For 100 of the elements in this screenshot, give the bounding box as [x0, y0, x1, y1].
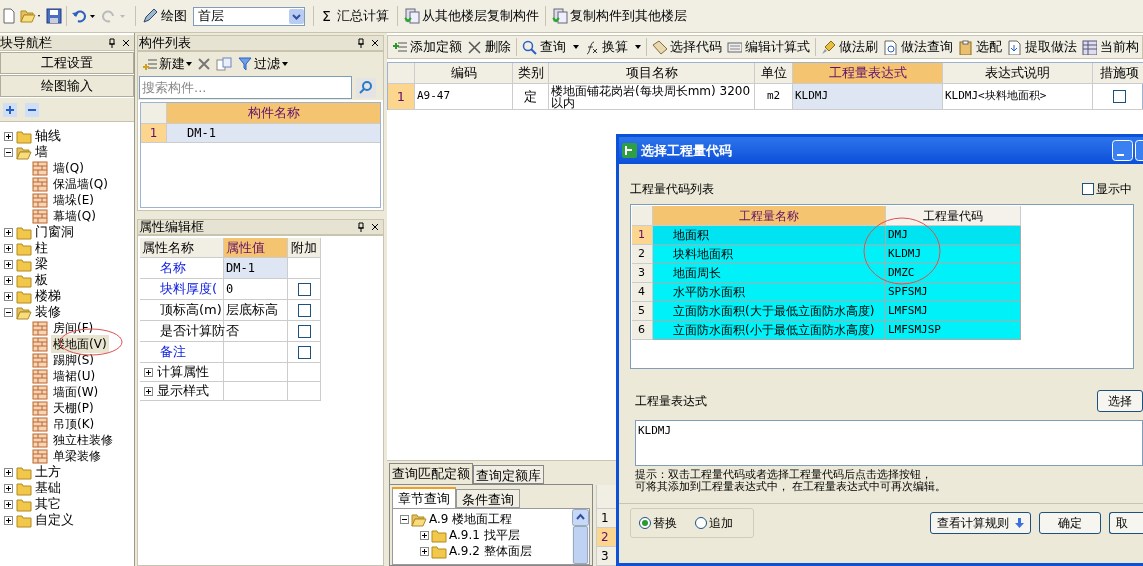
table-cell[interactable]: KLDMJ<块料地面积>	[943, 84, 1093, 110]
toolbar-button[interactable]: 编辑计算式	[727, 37, 810, 57]
select-button[interactable]: 选择	[1097, 390, 1143, 412]
summary-button[interactable]: Σ 汇总计算	[318, 5, 393, 27]
filter-button[interactable]: 过滤	[238, 53, 288, 74]
tree-item[interactable]: 墙(Q)	[51, 159, 86, 177]
pin-icon[interactable]	[357, 38, 365, 48]
scrollbar[interactable]	[572, 509, 589, 564]
expand-icon[interactable]	[4, 259, 13, 269]
property-value[interactable]: 否	[226, 321, 239, 341]
tree-item[interactable]: 吊顶(K)	[51, 415, 97, 433]
checkbox[interactable]	[1113, 90, 1126, 103]
collapse-icon[interactable]	[4, 147, 13, 157]
tree-item[interactable]: 幕墙(Q)	[51, 207, 98, 225]
save-icon[interactable]	[46, 8, 62, 24]
toolbar-button[interactable]: 添加定额	[392, 37, 462, 57]
expand-icon[interactable]	[420, 530, 429, 540]
table-cell[interactable]: 块料地面积	[653, 245, 886, 264]
toolbar-button[interactable]: 做法刷	[821, 37, 878, 57]
radio-option[interactable]: 追加	[695, 514, 733, 532]
tree-item[interactable]: 保温墙(Q)	[51, 175, 110, 193]
tree-item[interactable]: 墙面(W)	[51, 383, 101, 401]
collapse-icon[interactable]	[4, 307, 13, 317]
toolbar-button[interactable]: 提取做法	[1007, 37, 1077, 57]
table-cell[interactable]: 立面防水面积(小于最低立面防水高度)	[653, 321, 886, 340]
minimize-icon[interactable]	[1112, 140, 1133, 161]
table-cell[interactable]: 立面防水面积(大于最低立面防水高度)	[653, 302, 886, 321]
expand-icon[interactable]	[144, 367, 153, 377]
toolbar-button[interactable]: 当前构	[1082, 37, 1139, 57]
close-icon[interactable]	[371, 39, 379, 47]
expand-icon[interactable]	[4, 291, 13, 301]
new-button[interactable]: 新建	[142, 53, 192, 74]
collapse-icon[interactable]	[400, 514, 409, 524]
expand-icon[interactable]	[144, 386, 153, 396]
tree-item[interactable]: 独立柱装修	[51, 431, 115, 449]
table-cell[interactable]: LMFSMJSP	[886, 321, 1021, 340]
scroll-up-icon[interactable]	[572, 509, 589, 526]
tree-item[interactable]: 楼地面(V)	[51, 335, 109, 353]
tree-item[interactable]: A.9.2 整体面层	[449, 542, 532, 560]
view-rules-button[interactable]: 查看计算规则	[930, 512, 1031, 534]
expand-icon[interactable]	[4, 243, 13, 253]
expand-icon[interactable]	[4, 467, 13, 477]
toolbar-button[interactable]: 删除	[467, 37, 511, 57]
expand-icon[interactable]	[4, 515, 13, 525]
search-icon[interactable]	[356, 77, 376, 98]
nav-section-button[interactable]: 工程设置	[0, 52, 134, 74]
toolbar-button[interactable]: 选择代码	[652, 37, 722, 57]
delete-icon[interactable]	[198, 57, 210, 70]
tree-item[interactable]: A.9 楼地面工程	[429, 510, 513, 528]
checkbox[interactable]	[297, 282, 311, 296]
expand-icon[interactable]	[420, 546, 429, 556]
tree-item[interactable]: 墙裙(U)	[51, 367, 98, 385]
property-value[interactable]: 0	[226, 280, 234, 298]
expand-icon[interactable]	[4, 275, 13, 285]
table-cell[interactable]: DMJ	[886, 226, 1021, 245]
table-cell[interactable]: 水平防水面积	[653, 283, 886, 302]
draw-button[interactable]: 绘图	[140, 6, 189, 26]
expression-field[interactable]: KLDMJ	[635, 420, 1143, 466]
toolbar-button[interactable]: 查询	[522, 37, 579, 57]
expand-icon[interactable]	[4, 227, 13, 237]
copy-icon[interactable]	[216, 56, 232, 71]
toolbar-button[interactable]: 做法查询	[883, 37, 953, 57]
checkbox[interactable]	[297, 345, 311, 359]
table-cell[interactable]: KLDMJ	[886, 245, 1021, 264]
new-file-icon[interactable]	[2, 8, 16, 24]
tab[interactable]: 查询定额库	[473, 465, 544, 484]
table-cell[interactable]: 地面积	[653, 226, 886, 245]
property-value[interactable]: 层底标高	[226, 300, 278, 320]
checkbox[interactable]	[297, 303, 311, 317]
table-cell[interactable]: KLDMJ	[793, 84, 943, 110]
pin-icon[interactable]	[108, 37, 116, 48]
cancel-button[interactable]: 取	[1109, 512, 1143, 534]
floor-dropdown[interactable]: 首层	[193, 6, 305, 26]
copy-components-button[interactable]: 从其他楼层复制构件	[401, 6, 541, 26]
close-icon[interactable]	[371, 223, 379, 231]
tree-item[interactable]: A.9.1 找平层	[449, 526, 520, 544]
table-cell[interactable]: 定	[513, 84, 549, 110]
tree-item[interactable]: 墙垛(E)	[51, 191, 96, 209]
show-middle-checkbox[interactable]: 显示中	[1082, 180, 1132, 198]
table-cell[interactable]: 地面周长	[653, 264, 886, 283]
expand-icon[interactable]	[4, 131, 13, 141]
tab[interactable]: 条件查询	[456, 489, 520, 508]
pin-icon[interactable]	[357, 222, 365, 232]
tree-item[interactable]: 踢脚(S)	[51, 351, 96, 369]
tab[interactable]: 章节查询	[392, 487, 456, 508]
table-cell[interactable]: SPFSMJ	[886, 283, 1021, 302]
collapse-all-icon[interactable]	[25, 102, 39, 117]
expand-icon[interactable]	[4, 483, 13, 493]
table-cell[interactable]: DM-1	[167, 124, 380, 143]
radio-option[interactable]: 替换	[639, 514, 677, 532]
toolbar-button[interactable]: 选配	[958, 37, 1002, 57]
ok-button[interactable]: 确定	[1039, 512, 1101, 534]
undo-icon[interactable]	[71, 8, 97, 24]
maximize-icon[interactable]	[1135, 140, 1143, 161]
toolbar-button[interactable]: 换算	[584, 37, 641, 57]
table-cell[interactable]: LMFSMJ	[886, 302, 1021, 321]
table-cell[interactable]: DMZC	[886, 264, 1021, 283]
tree-item[interactable]: 房间(F)	[51, 319, 96, 337]
close-icon[interactable]	[122, 38, 130, 47]
tab[interactable]: 查询匹配定额	[389, 463, 473, 484]
